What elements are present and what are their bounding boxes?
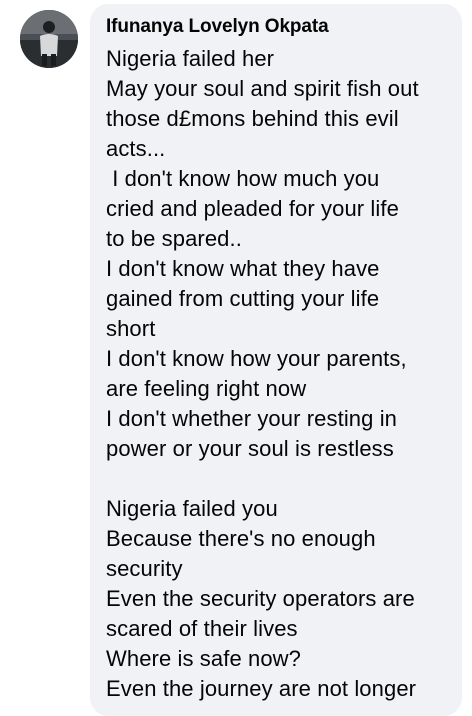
comment-line: those d£mons behind this evil xyxy=(106,106,399,131)
comment-line: Even the security operators are xyxy=(106,586,415,611)
avatar[interactable] xyxy=(20,10,78,68)
comment-line: gained from cutting your life xyxy=(106,286,380,311)
comment-line: acts... xyxy=(106,136,166,161)
comment-line: I don't whether your resting in xyxy=(106,406,398,431)
comment-line: Because there's no enough xyxy=(106,526,376,551)
comment-line: May your soul and spirit fish out xyxy=(106,76,419,101)
comment-line: scared of their lives xyxy=(106,616,298,641)
comment-line: to be spared.. xyxy=(106,226,242,251)
comment-line: power or your soul is restless xyxy=(106,436,394,461)
comment-line: short xyxy=(106,316,156,341)
comment-line-blank xyxy=(106,464,450,494)
comment-line: security xyxy=(106,556,183,581)
comment-line: I don't know how your parents, xyxy=(106,346,407,371)
comment-bubble: Ifunanya Lovelyn Okpata Nigeria failed h… xyxy=(90,4,462,716)
comment-line: I don't know how much you xyxy=(106,166,380,191)
comment-line: are feeling right now xyxy=(106,376,307,401)
comment: Ifunanya Lovelyn Okpata Nigeria failed h… xyxy=(0,0,472,716)
comment-line: cried and pleaded for your life xyxy=(106,196,399,221)
comment-line: Where is safe now? xyxy=(106,646,301,671)
user-avatar-photo-icon xyxy=(20,10,78,68)
comment-author-name[interactable]: Ifunanya Lovelyn Okpata xyxy=(106,14,450,40)
comment-line: Nigeria failed her xyxy=(106,46,275,71)
comment-line: I don't know what they have xyxy=(106,256,380,281)
comment-line: Even the journey are not longer xyxy=(106,676,417,701)
comment-text: Nigeria failed her May your soul and spi… xyxy=(106,44,450,704)
comment-line: Nigeria failed you xyxy=(106,496,278,521)
